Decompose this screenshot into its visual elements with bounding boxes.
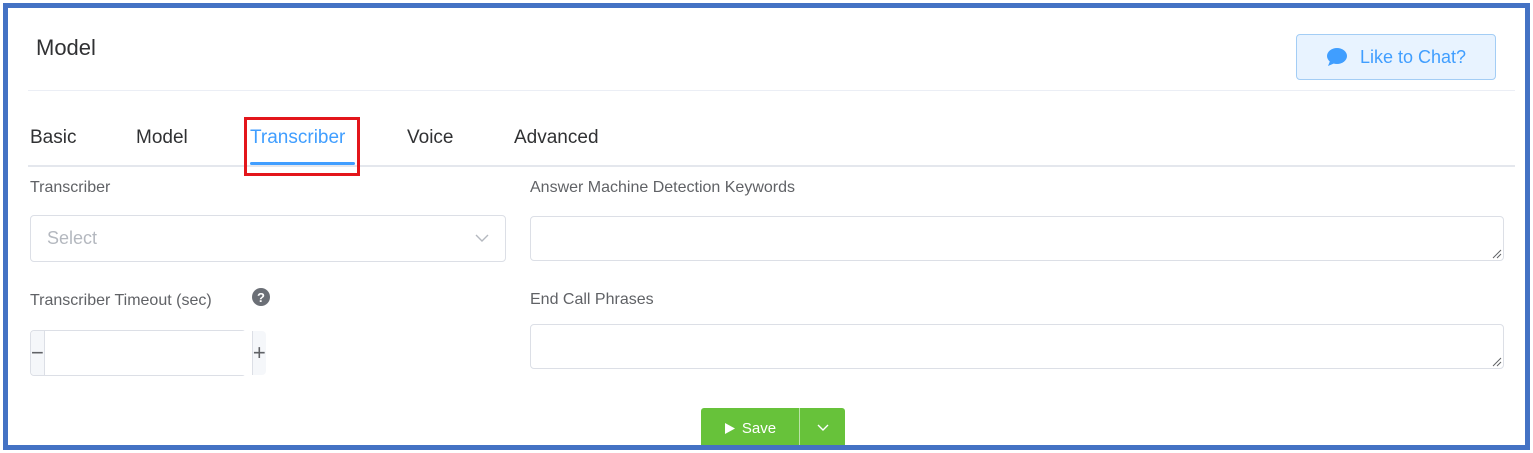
end-call-phrases-label: End Call Phrases [530, 291, 654, 308]
timeout-label: Transcriber Timeout (sec) [30, 292, 212, 309]
tab-advanced[interactable]: Advanced [514, 127, 599, 149]
tab-bar: Basic Model Transcriber Voice Advanced [28, 120, 1515, 167]
chevron-down-icon [475, 234, 489, 242]
amd-keywords-label: Answer Machine Detection Keywords [530, 179, 796, 196]
tab-transcriber[interactable]: Transcriber [250, 127, 345, 149]
header-divider [28, 90, 1515, 91]
play-icon [724, 422, 735, 434]
chat-button-label: Like to Chat? [1359, 46, 1467, 67]
tabs-divider [28, 165, 1515, 167]
increment-button[interactable]: + [251, 331, 266, 375]
tab-basic[interactable]: Basic [30, 127, 76, 149]
transcriber-label: Transcriber [30, 179, 111, 196]
chat-button[interactable]: Like to Chat? [1296, 34, 1496, 80]
save-button[interactable]: Save [701, 408, 799, 445]
save-button-group: Save [701, 408, 845, 445]
app-frame: Model Like to Chat? Basic Model Transcri… [3, 3, 1530, 450]
resize-handle-icon[interactable] [1492, 249, 1502, 259]
chevron-down-icon [817, 424, 828, 431]
timeout-input[interactable] [44, 331, 252, 375]
tab-model[interactable]: Model [136, 127, 188, 149]
save-button-label: Save [741, 419, 777, 437]
chat-bubble-icon [1326, 48, 1347, 66]
page-header: Model Like to Chat? [8, 8, 1525, 96]
save-dropdown-button[interactable] [799, 408, 845, 445]
end-call-phrases-textarea[interactable] [530, 324, 1504, 369]
question-circle-icon[interactable]: ? [252, 288, 270, 306]
amd-keywords-textarea[interactable] [530, 216, 1504, 261]
resize-handle-icon[interactable] [1492, 357, 1502, 367]
timeout-stepper: − + [30, 330, 266, 376]
tab-voice[interactable]: Voice [407, 127, 453, 149]
transcriber-select-placeholder: Select [47, 228, 98, 248]
decrement-button[interactable]: − [31, 331, 45, 375]
transcriber-select[interactable]: Select [30, 215, 506, 262]
page-title: Model [36, 35, 96, 60]
